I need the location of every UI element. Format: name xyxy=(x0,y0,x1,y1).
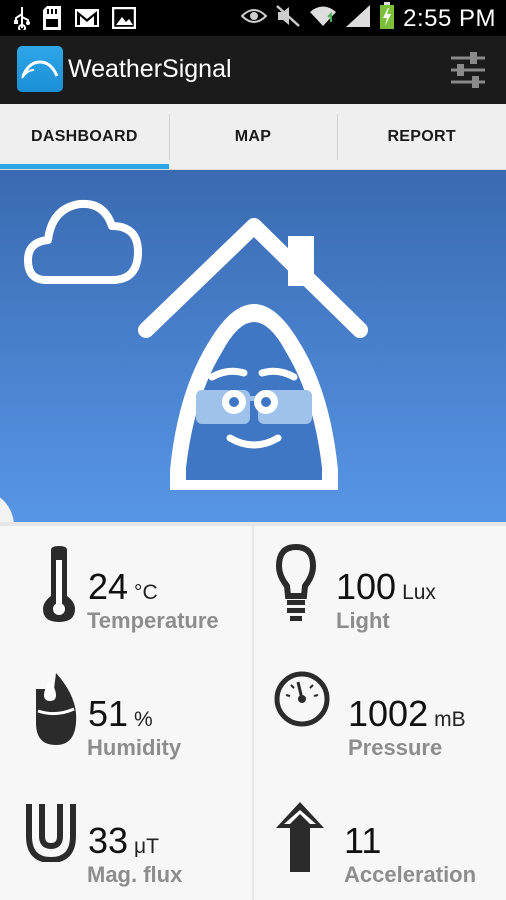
barometer-gauge-icon xyxy=(274,671,330,732)
sd-card-icon xyxy=(42,5,62,36)
up-arrow-icon xyxy=(274,800,326,879)
cloud-icon xyxy=(24,199,142,284)
magnet-icon xyxy=(26,802,76,867)
humidity-unit: % xyxy=(134,708,153,731)
clock: 2:55 PM xyxy=(403,4,496,32)
humidity-label: Humidity xyxy=(87,735,182,760)
weathersignal-logo-icon[interactable] xyxy=(17,46,63,92)
gmail-icon xyxy=(74,8,100,33)
wifi-icon xyxy=(309,4,337,33)
thermometer-icon xyxy=(42,546,76,627)
sensor-tile-temperature[interactable]: 24 °C Temperature xyxy=(0,526,252,653)
app-bar: WeatherSignal xyxy=(0,36,506,104)
tab-map[interactable]: MAP xyxy=(168,104,338,169)
acceleration-value: 11 xyxy=(344,820,382,861)
tab-bar: DASHBOARD MAP REPORT xyxy=(0,104,506,170)
humidity-value: 51 xyxy=(88,693,129,734)
house-mascot-illustration xyxy=(138,218,368,490)
usb-icon xyxy=(14,6,30,35)
sensor-tile-light[interactable]: 100 Lux Light xyxy=(254,526,506,653)
pressure-unit: mB xyxy=(434,708,466,731)
signal-icon xyxy=(345,4,371,33)
tab-report[interactable]: REPORT xyxy=(337,104,506,169)
eye-icon xyxy=(240,6,268,31)
lightbulb-icon xyxy=(275,543,317,627)
light-unit: Lux xyxy=(402,581,436,604)
light-value: 100 xyxy=(336,566,397,607)
app-title: WeatherSignal xyxy=(68,55,232,83)
image-icon xyxy=(111,6,137,34)
hero-panel xyxy=(0,170,506,522)
mag-flux-unit: μT xyxy=(134,835,159,858)
mag-flux-value: 33 xyxy=(88,820,129,861)
settings-sliders-icon[interactable] xyxy=(448,50,488,90)
sensor-tile-pressure[interactable]: 1002 mB Pressure xyxy=(254,653,506,780)
sensor-grid: 24 °C Temperature 100 Lux Light 51% Humidi… xyxy=(0,522,506,900)
acceleration-label: Acceleration xyxy=(344,862,477,887)
light-label: Light xyxy=(336,608,390,633)
mag-flux-label: Mag. flux xyxy=(87,862,183,887)
battery-charging-icon xyxy=(379,2,395,35)
temperature-value: 24 xyxy=(88,566,129,607)
temperature-label: Temperature xyxy=(87,608,219,633)
sensor-tile-humidity[interactable]: 51% Humidity xyxy=(0,653,252,780)
mute-icon xyxy=(275,4,301,33)
pressure-value: 1002 xyxy=(348,693,429,734)
sensor-tile-mag-flux[interactable]: 33 μT Mag. flux xyxy=(0,780,252,900)
humidity-drop-icon xyxy=(34,671,78,752)
tab-dashboard[interactable]: DASHBOARD xyxy=(0,104,169,169)
side-drawer-handle[interactable] xyxy=(0,490,14,522)
status-bar: 2:55 PM xyxy=(0,0,506,36)
temperature-unit: °C xyxy=(134,581,158,604)
pressure-label: Pressure xyxy=(348,735,443,760)
sensor-tile-acceleration[interactable]: 11 Acceleration xyxy=(254,780,506,900)
